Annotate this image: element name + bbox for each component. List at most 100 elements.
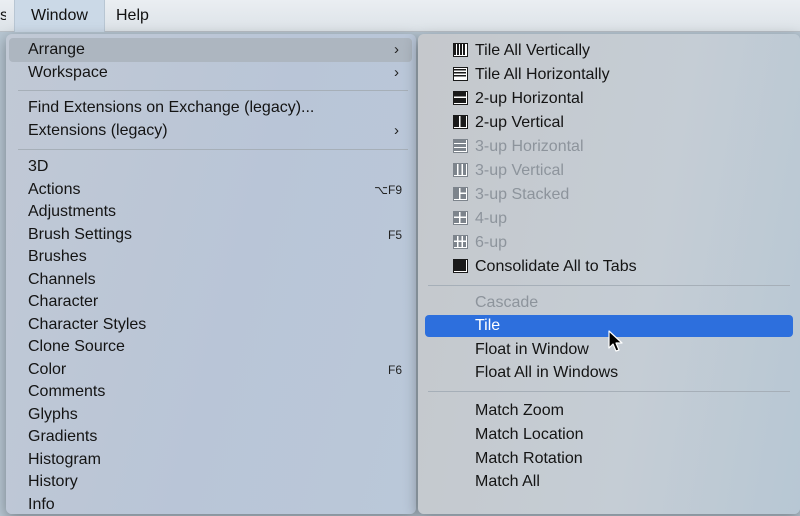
menu-item-label: 3-up Horizontal bbox=[475, 138, 584, 155]
menu-item-match-zoom[interactable]: Match Zoom bbox=[418, 400, 800, 422]
menu-item-consolidate-tabs[interactable]: Consolidate All to Tabs bbox=[418, 256, 800, 278]
submenu-arrow-icon: › bbox=[394, 64, 399, 81]
menu-item-label: Arrange bbox=[28, 41, 85, 58]
menu-item-panel[interactable]: Comments bbox=[6, 381, 416, 403]
menu-item-panel[interactable]: Brushes bbox=[6, 246, 416, 268]
menu-item-panel[interactable]: Character Styles bbox=[6, 314, 416, 336]
arrange-submenu: Tile All Vertically Tile All Horizontall… bbox=[418, 34, 800, 514]
menu-item-match-all[interactable]: Match All bbox=[418, 471, 800, 493]
menu-item-label: Brushes bbox=[28, 248, 87, 265]
menu-item-label: 3-up Vertical bbox=[475, 162, 564, 179]
menu-item-label: 4-up bbox=[475, 210, 508, 227]
three-up-vertical-icon bbox=[453, 163, 468, 177]
menu-item-match-location[interactable]: Match Location bbox=[418, 424, 800, 446]
menu-item-shortcut: ⌥F9 bbox=[374, 183, 402, 197]
menu-item-match-rotation[interactable]: Match Rotation bbox=[418, 448, 800, 470]
menu-item-label: Match Rotation bbox=[475, 450, 583, 467]
menu-item-4up: 4-up bbox=[418, 208, 800, 230]
window-menu: Arrange › Workspace › Find Extensions on… bbox=[6, 34, 416, 514]
menu-item-panel[interactable]: Adjustments bbox=[6, 201, 416, 223]
menu-item-3up-horizontal: 3-up Horizontal bbox=[418, 136, 800, 158]
menu-item-2up-horizontal[interactable]: 2-up Horizontal bbox=[418, 88, 800, 110]
menubar-help[interactable]: Help bbox=[106, 0, 159, 32]
menu-item-label: Tile All Horizontally bbox=[475, 66, 610, 83]
menu-item-label: Consolidate All to Tabs bbox=[475, 258, 637, 275]
menu-item-label: Float All in Windows bbox=[475, 364, 619, 381]
menu-item-label: Adjustments bbox=[28, 203, 117, 220]
menu-item-label: Channels bbox=[28, 271, 96, 288]
menu-item-label: Match All bbox=[475, 473, 540, 490]
menu-item-shortcut: F5 bbox=[387, 228, 402, 242]
menu-item-panel[interactable]: Info bbox=[6, 494, 416, 516]
menu-item-tile-all-horizontally[interactable]: Tile All Horizontally bbox=[418, 64, 800, 86]
menu-item-label: 2-up Horizontal bbox=[475, 90, 584, 107]
tile-vertical-icon bbox=[453, 43, 468, 57]
menu-item-cascade: Cascade bbox=[418, 292, 800, 314]
menu-item-label: Tile All Vertically bbox=[475, 42, 590, 59]
menu-item-float-all-in-windows[interactable]: Float All in Windows bbox=[418, 362, 800, 384]
three-up-horizontal-icon bbox=[453, 139, 468, 153]
menu-item-label: 2-up Vertical bbox=[475, 114, 564, 131]
menu-item-label: Gradients bbox=[28, 428, 98, 445]
submenu-arrow-icon: › bbox=[394, 41, 399, 58]
menu-item-label: Character Styles bbox=[28, 316, 147, 333]
menu-item-tile-all-vertically[interactable]: Tile All Vertically bbox=[418, 40, 800, 62]
menu-item-label: 6-up bbox=[475, 234, 508, 251]
six-up-icon bbox=[453, 235, 468, 249]
menu-item-label: History bbox=[28, 473, 78, 490]
menu-item-label: Color bbox=[28, 361, 67, 378]
four-up-icon bbox=[453, 211, 468, 225]
menu-item-panel[interactable]: Glyphs bbox=[6, 404, 416, 426]
menu-item-label: 3D bbox=[28, 158, 49, 175]
menu-item-label: Character bbox=[28, 293, 99, 310]
menu-separator bbox=[428, 391, 790, 392]
menu-item-label: Float in Window bbox=[475, 341, 589, 358]
menu-item-panel[interactable]: Brush Settings F5 bbox=[6, 224, 416, 246]
menu-separator bbox=[18, 149, 408, 150]
menu-item-label: 3-up Stacked bbox=[475, 186, 570, 203]
menu-item-panel[interactable]: Clone Source bbox=[6, 336, 416, 358]
menu-item-label: Extensions (legacy) bbox=[28, 122, 168, 139]
two-up-vertical-icon bbox=[453, 115, 468, 129]
menu-item-panel[interactable]: 3D bbox=[6, 156, 416, 178]
menu-item-panel[interactable]: Actions ⌥F9 bbox=[6, 179, 416, 201]
menu-item-panel[interactable]: Character bbox=[6, 291, 416, 313]
menu-item-3up-stacked: 3-up Stacked bbox=[418, 184, 800, 206]
menubar-truncated-item[interactable]: s bbox=[0, 0, 6, 32]
menu-item-label: Match Location bbox=[475, 426, 584, 443]
menu-item-arrange[interactable]: Arrange › bbox=[6, 39, 416, 61]
menu-item-label: Histogram bbox=[28, 451, 101, 468]
submenu-arrow-icon: › bbox=[394, 122, 399, 139]
menu-separator bbox=[428, 285, 790, 286]
menu-item-extensions[interactable]: Extensions (legacy) › bbox=[6, 120, 416, 142]
three-up-stacked-icon bbox=[453, 187, 468, 201]
two-up-horizontal-icon bbox=[453, 91, 468, 105]
menu-item-label: Clone Source bbox=[28, 338, 125, 355]
menu-item-label: Find Extensions on Exchange (legacy)... bbox=[28, 99, 315, 116]
menu-item-label: Cascade bbox=[475, 294, 539, 311]
tile-horizontal-icon bbox=[453, 67, 468, 81]
menu-item-label: Actions bbox=[28, 181, 81, 198]
menu-item-label: Glyphs bbox=[28, 406, 78, 423]
menu-item-label: Match Zoom bbox=[475, 402, 564, 419]
menu-item-panel[interactable]: Gradients bbox=[6, 426, 416, 448]
menu-bar: s Window Help bbox=[0, 0, 800, 32]
menu-item-workspace[interactable]: Workspace › bbox=[6, 62, 416, 84]
menu-item-panel[interactable]: Color F6 bbox=[6, 359, 416, 381]
menu-item-panel[interactable]: Channels bbox=[6, 269, 416, 291]
menu-item-panel[interactable]: Histogram bbox=[6, 449, 416, 471]
menu-item-label: Workspace bbox=[28, 64, 108, 81]
menu-item-label: Brush Settings bbox=[28, 226, 133, 243]
menu-item-panel[interactable]: History bbox=[6, 471, 416, 493]
menu-item-6up: 6-up bbox=[418, 232, 800, 254]
menu-item-label: Comments bbox=[28, 383, 106, 400]
menu-item-3up-vertical: 3-up Vertical bbox=[418, 160, 800, 182]
menu-item-label: Info bbox=[28, 496, 55, 513]
menu-item-shortcut: F6 bbox=[387, 363, 402, 377]
menubar-window[interactable]: Window bbox=[14, 0, 105, 32]
consolidate-tabs-icon bbox=[453, 259, 468, 273]
menu-separator bbox=[18, 90, 408, 91]
menu-item-2up-vertical[interactable]: 2-up Vertical bbox=[418, 112, 800, 134]
menu-item-find-extensions[interactable]: Find Extensions on Exchange (legacy)... bbox=[6, 97, 416, 119]
mouse-cursor-icon bbox=[608, 330, 623, 352]
